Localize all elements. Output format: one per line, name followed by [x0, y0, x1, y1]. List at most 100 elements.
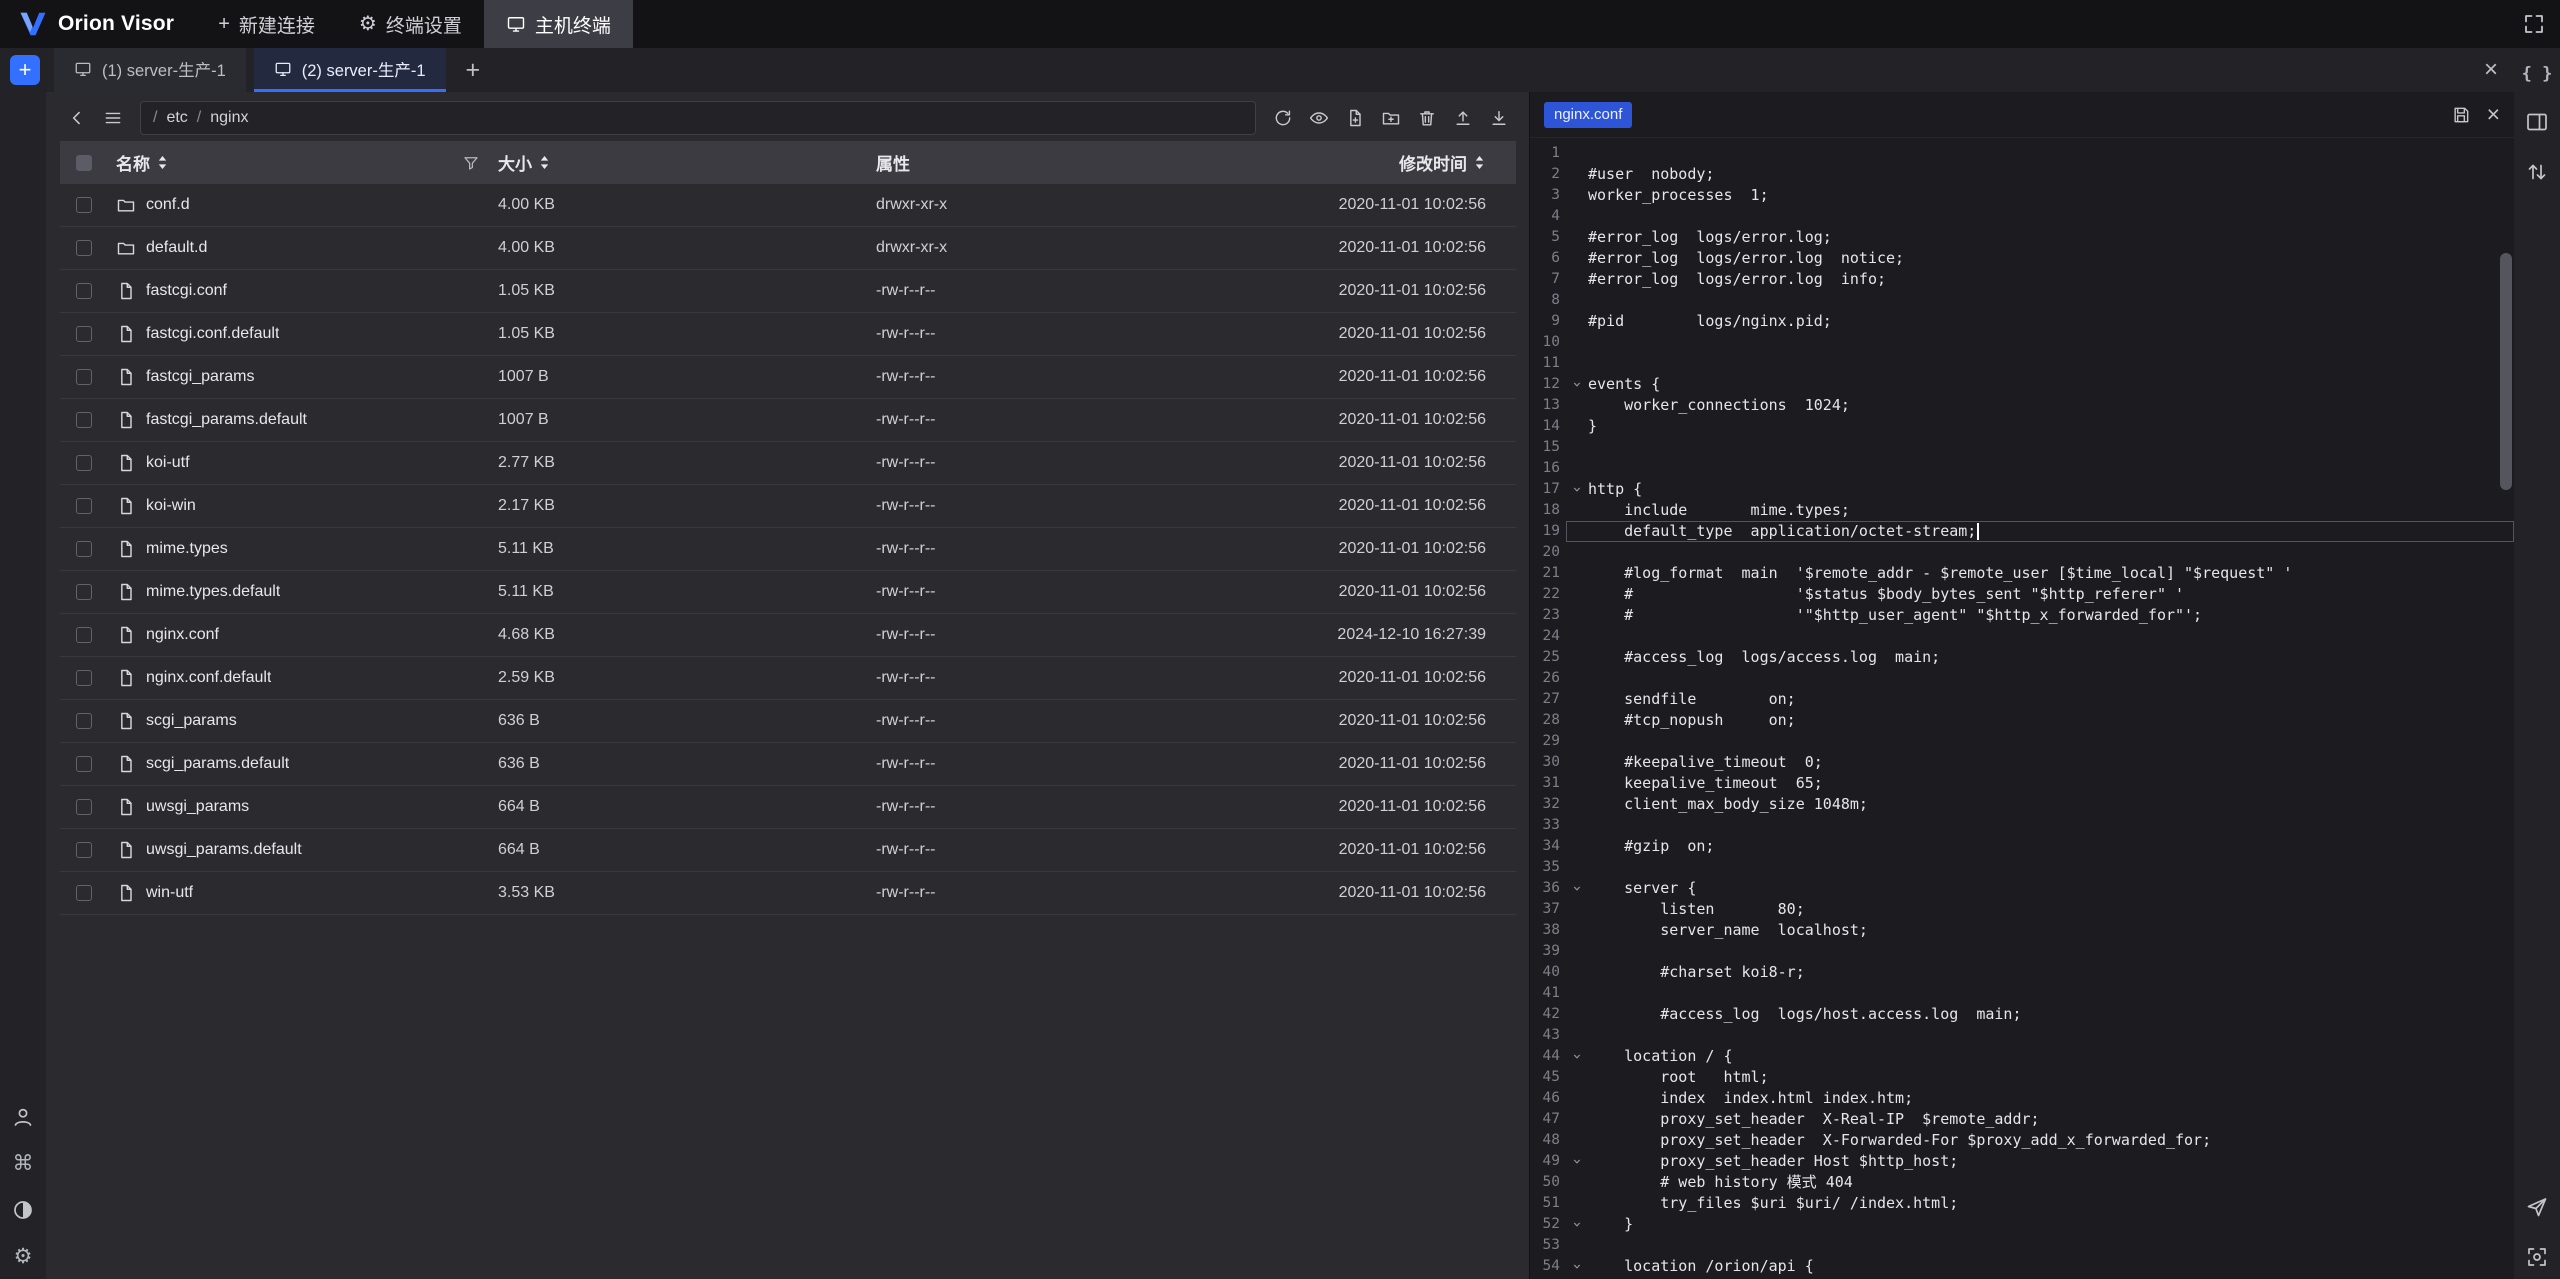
- row-checkbox[interactable]: [76, 197, 92, 213]
- download-button[interactable]: [1482, 101, 1516, 135]
- code-line[interactable]: 45 root html;: [1530, 1067, 2514, 1088]
- menu-host-terminal[interactable]: 主机终端: [484, 0, 633, 48]
- file-row[interactable]: default.d 4.00 KB drwxr-xr-x 2020-11-01 …: [60, 227, 1516, 270]
- save-button[interactable]: [2451, 105, 2471, 125]
- refresh-button[interactable]: [1266, 101, 1300, 135]
- file-name[interactable]: nginx.conf.default: [146, 669, 271, 687]
- code-text[interactable]: events {: [1588, 374, 1660, 395]
- toggle-panel-button[interactable]: [2525, 110, 2549, 134]
- code-line[interactable]: 23 # '"$http_user_agent" "$http_x_forwar…: [1530, 605, 2514, 626]
- code-text[interactable]: # '"$http_user_agent" "$http_x_forwarded…: [1588, 605, 2202, 626]
- code-text[interactable]: #error_log logs/error.log info;: [1588, 269, 1886, 290]
- row-checkbox[interactable]: [76, 369, 92, 385]
- file-row[interactable]: koi-utf 2.77 KB -rw-r--r-- 2020-11-01 10…: [60, 442, 1516, 485]
- code-line[interactable]: 29: [1530, 731, 2514, 752]
- code-line[interactable]: 8: [1530, 290, 2514, 311]
- code-line[interactable]: 43: [1530, 1025, 2514, 1046]
- path-root[interactable]: /: [153, 109, 157, 127]
- code-line[interactable]: 39: [1530, 941, 2514, 962]
- code-text[interactable]: root html;: [1588, 1067, 1769, 1088]
- code-text[interactable]: sendfile on;: [1588, 689, 1796, 710]
- file-name[interactable]: default.d: [146, 239, 207, 257]
- row-checkbox[interactable]: [76, 412, 92, 428]
- file-row[interactable]: fastcgi.conf.default 1.05 KB -rw-r--r-- …: [60, 313, 1516, 356]
- row-checkbox[interactable]: [76, 756, 92, 772]
- list-view-button[interactable]: [96, 101, 130, 135]
- code-line[interactable]: 18 include mime.types;: [1530, 500, 2514, 521]
- code-line[interactable]: 19 default_type application/octet-stream…: [1530, 521, 2514, 542]
- file-row[interactable]: uwsgi_params 664 B -rw-r--r-- 2020-11-01…: [60, 786, 1516, 829]
- code-text[interactable]: location /orion/api {: [1588, 1256, 1814, 1277]
- fold-chevron-icon[interactable]: ›: [1566, 479, 1588, 500]
- row-checkbox[interactable]: [76, 627, 92, 643]
- file-row[interactable]: mime.types 5.11 KB -rw-r--r-- 2020-11-01…: [60, 528, 1516, 571]
- code-line[interactable]: 13 worker_connections 1024;: [1530, 395, 2514, 416]
- file-name[interactable]: fastcgi.conf: [146, 282, 227, 300]
- code-text[interactable]: }: [1588, 1214, 1633, 1235]
- code-text[interactable]: # web history 模式 404: [1588, 1172, 1853, 1193]
- file-row[interactable]: win-utf 3.53 KB -rw-r--r-- 2020-11-01 10…: [60, 872, 1516, 915]
- code-line[interactable]: 48 proxy_set_header X-Forwarded-For $pro…: [1530, 1130, 2514, 1151]
- code-line[interactable]: 54› location /orion/api {: [1530, 1256, 2514, 1277]
- code-text[interactable]: #user nobody;: [1588, 164, 1714, 185]
- code-line[interactable]: 11: [1530, 353, 2514, 374]
- file-row[interactable]: nginx.conf 4.68 KB -rw-r--r-- 2024-12-10…: [60, 614, 1516, 657]
- code-line[interactable]: 10: [1530, 332, 2514, 353]
- code-text[interactable]: # '$status $body_bytes_sent "$http_refer…: [1588, 584, 2184, 605]
- menu-new-connection[interactable]: + 新建连接: [196, 0, 337, 48]
- code-line[interactable]: 15: [1530, 437, 2514, 458]
- row-checkbox[interactable]: [76, 283, 92, 299]
- code-line[interactable]: 20: [1530, 542, 2514, 563]
- file-name[interactable]: fastcgi_params: [146, 368, 255, 386]
- screenshot-button[interactable]: [2525, 1245, 2549, 1269]
- code-text[interactable]: #pid logs/nginx.pid;: [1588, 311, 1832, 332]
- file-row[interactable]: fastcgi_params.default 1007 B -rw-r--r--…: [60, 399, 1516, 442]
- code-text[interactable]: worker_connections 1024;: [1588, 395, 1850, 416]
- fold-chevron-icon[interactable]: ›: [1566, 374, 1588, 395]
- send-command-button[interactable]: [2525, 1195, 2549, 1219]
- code-text[interactable]: #access_log logs/host.access.log main;: [1588, 1004, 2021, 1025]
- code-text[interactable]: default_type application/octet-stream;: [1588, 521, 1979, 542]
- code-text[interactable]: location / {: [1588, 1046, 1733, 1067]
- code-line[interactable]: 27 sendfile on;: [1530, 689, 2514, 710]
- code-text[interactable]: include mime.types;: [1588, 500, 1850, 521]
- file-name[interactable]: koi-utf: [146, 454, 190, 472]
- code-line[interactable]: 28 #tcp_nopush on;: [1530, 710, 2514, 731]
- fold-chevron-icon[interactable]: ›: [1566, 1256, 1588, 1277]
- row-checkbox[interactable]: [76, 670, 92, 686]
- code-line[interactable]: 38 server_name localhost;: [1530, 920, 2514, 941]
- show-hidden-button[interactable]: [1302, 101, 1336, 135]
- code-line[interactable]: 31 keepalive_timeout 65;: [1530, 773, 2514, 794]
- code-text[interactable]: worker_processes 1;: [1588, 185, 1769, 206]
- code-text[interactable]: listen 80;: [1588, 899, 1805, 920]
- code-text[interactable]: keepalive_timeout 65;: [1588, 773, 1823, 794]
- file-name[interactable]: nginx.conf: [146, 626, 219, 644]
- row-checkbox[interactable]: [76, 842, 92, 858]
- row-checkbox[interactable]: [76, 885, 92, 901]
- file-name[interactable]: uwsgi_params.default: [146, 841, 302, 859]
- row-checkbox[interactable]: [76, 541, 92, 557]
- code-line[interactable]: 16: [1530, 458, 2514, 479]
- file-row[interactable]: conf.d 4.00 KB drwxr-xr-x 2020-11-01 10:…: [60, 184, 1516, 227]
- code-line[interactable]: 9#pid logs/nginx.pid;: [1530, 311, 2514, 332]
- code-line[interactable]: 34 #gzip on;: [1530, 836, 2514, 857]
- command-palette-button[interactable]: ⌘: [13, 1153, 34, 1174]
- tab-server-prod-2[interactable]: (2) server-生产-1: [254, 48, 446, 92]
- code-line[interactable]: 47 proxy_set_header X-Real-IP $remote_ad…: [1530, 1109, 2514, 1130]
- menu-terminal-settings[interactable]: ⚙ 终端设置: [337, 0, 484, 48]
- code-text[interactable]: #charset koi8-r;: [1588, 962, 1805, 983]
- code-text[interactable]: #keepalive_timeout 0;: [1588, 752, 1823, 773]
- fold-chevron-icon[interactable]: ›: [1566, 1151, 1588, 1172]
- code-text[interactable]: #error_log logs/error.log notice;: [1588, 248, 1904, 269]
- code-text[interactable]: #access_log logs/access.log main;: [1588, 647, 1940, 668]
- code-line[interactable]: 44› location / {: [1530, 1046, 2514, 1067]
- code-line[interactable]: 12›events {: [1530, 374, 2514, 395]
- code-text[interactable]: client_max_body_size 1048m;: [1588, 794, 1868, 815]
- code-line[interactable]: 36› server {: [1530, 878, 2514, 899]
- sort-size-icon[interactable]: [538, 155, 551, 170]
- json-view-button[interactable]: { }: [2522, 64, 2553, 84]
- upload-button[interactable]: [1446, 101, 1480, 135]
- code-text[interactable]: proxy_set_header X-Real-IP $remote_addr;: [1588, 1109, 2040, 1130]
- file-row[interactable]: uwsgi_params.default 664 B -rw-r--r-- 20…: [60, 829, 1516, 872]
- code-text[interactable]: index index.html index.htm;: [1588, 1088, 1913, 1109]
